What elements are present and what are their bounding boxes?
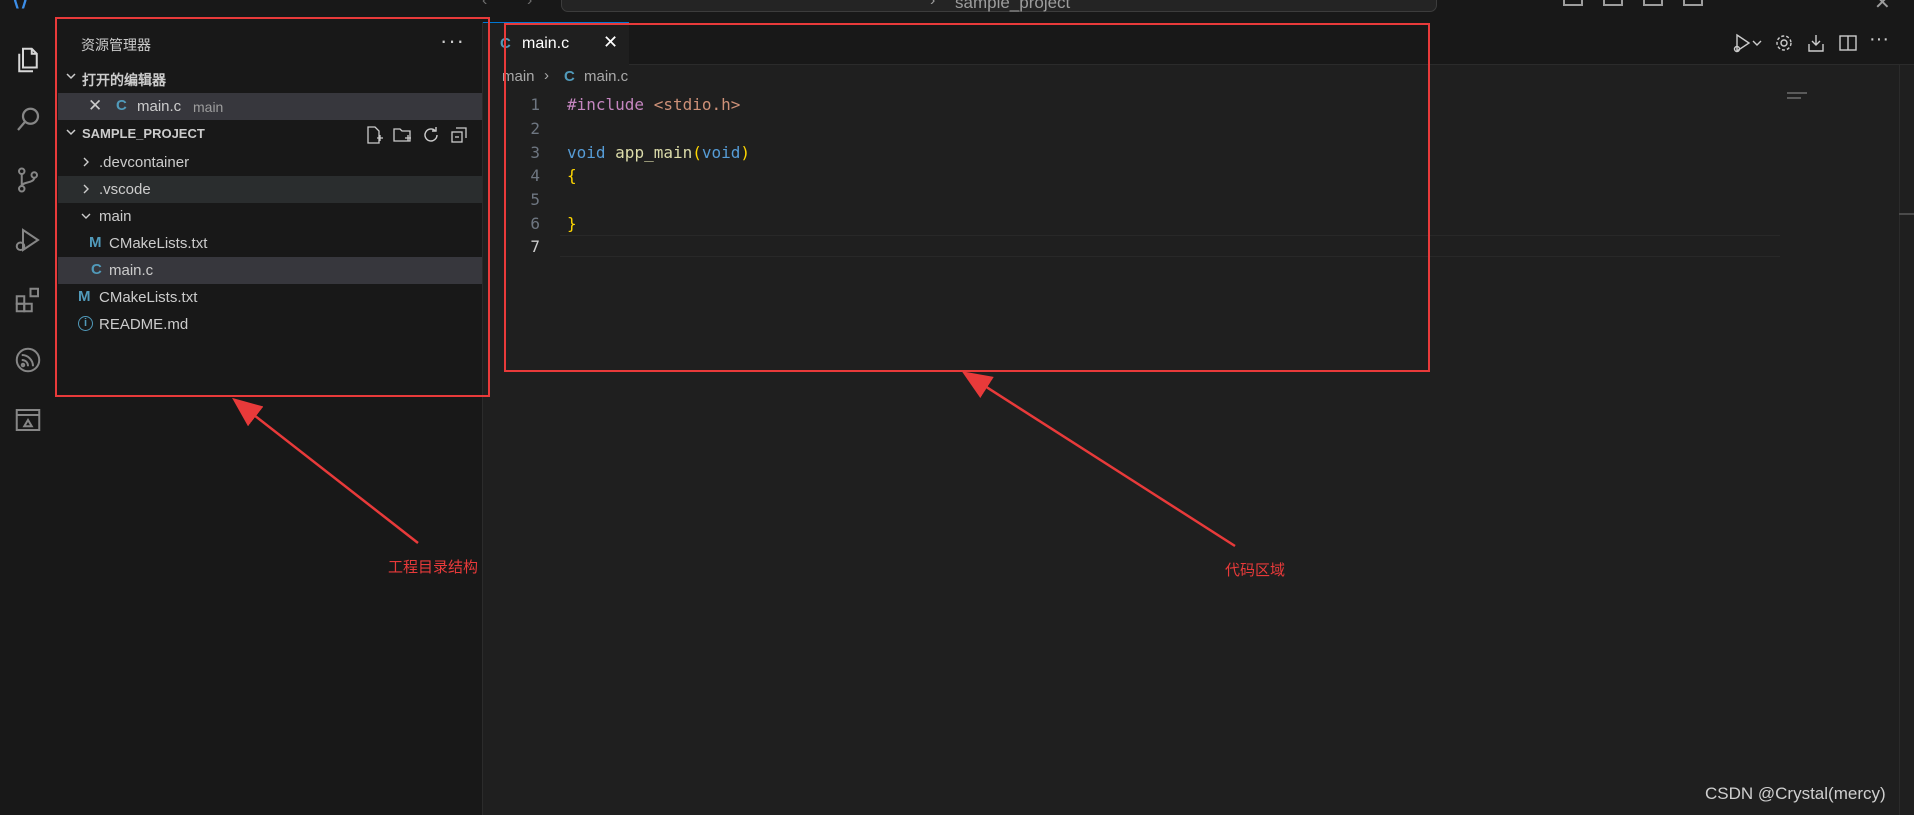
vertical-scrollbar[interactable]: [1899, 65, 1914, 815]
scrollbar-cursor-marker: [1899, 213, 1914, 215]
code-annotation-label: 代码区域: [1225, 562, 1286, 579]
code-arrow: [961, 371, 1236, 548]
close-window-icon[interactable]: ✕: [1874, 0, 1891, 15]
gear-icon[interactable]: [1773, 32, 1795, 54]
explorer-annotation-label: 工程目录结构: [388, 559, 479, 576]
customize-layout-icon[interactable]: [1683, 0, 1703, 6]
minimap[interactable]: [1787, 97, 1801, 99]
espressif-icon[interactable]: [0, 336, 56, 384]
explorer-highlight-box: [55, 17, 490, 397]
window-title: sample_project: [955, 0, 1071, 12]
source-control-icon[interactable]: [0, 156, 56, 204]
arrow-left-icon[interactable]: ‹: [482, 0, 487, 10]
split-editor-icon[interactable]: [1837, 32, 1859, 54]
remote-explorer-icon[interactable]: [0, 396, 56, 444]
activity-bar: [0, 22, 56, 815]
code-highlight-box: [504, 23, 1430, 372]
search-icon[interactable]: [0, 96, 56, 144]
flash-download-icon[interactable]: [1805, 32, 1827, 54]
run-debug-icon[interactable]: [1731, 32, 1753, 54]
more-actions-icon[interactable]: ···: [1869, 28, 1889, 51]
toggle-primary-sidebar-icon[interactable]: [1563, 0, 1583, 6]
arrow-right-icon[interactable]: ›: [527, 0, 532, 10]
chevron-down-icon[interactable]: [1751, 32, 1763, 54]
vscode-logo-icon: ⟨⟩: [12, 0, 29, 10]
toggle-secondary-sidebar-icon[interactable]: [1643, 0, 1663, 6]
debug-icon[interactable]: [0, 216, 56, 264]
extensions-icon[interactable]: [0, 276, 56, 324]
chevron-right-icon: ›: [930, 0, 936, 9]
minimap[interactable]: [1787, 92, 1807, 94]
files-icon[interactable]: [0, 36, 56, 84]
watermark: CSDN @Crystal(mercy): [1705, 784, 1886, 803]
toggle-panel-icon[interactable]: [1603, 0, 1623, 6]
